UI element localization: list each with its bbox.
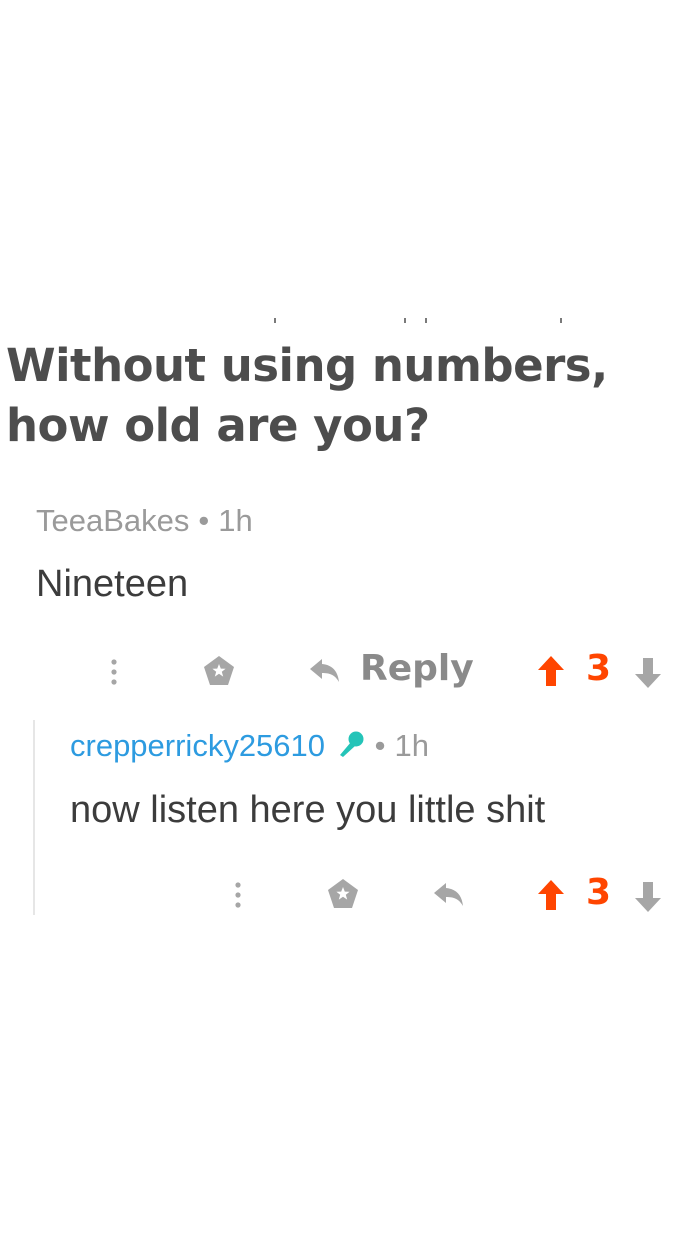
meta-separator: •: [374, 728, 386, 763]
reply-button[interactable]: Reply: [360, 648, 474, 689]
comment-age: 1h: [218, 503, 253, 538]
reply-author[interactable]: crepperricky25610: [70, 728, 325, 763]
microphone-icon: [336, 729, 366, 767]
more-options-icon[interactable]: [99, 652, 129, 692]
comment-action-bar: Reply 3: [0, 647, 700, 697]
cut-off-text-remnant: [0, 318, 700, 326]
reply-score: 3: [586, 872, 612, 913]
downvote-arrow-icon[interactable]: [632, 880, 664, 914]
upvote-arrow-icon[interactable]: [535, 878, 567, 912]
meta-separator: •: [198, 503, 210, 538]
comment-meta: TeeaBakes • 1h: [36, 503, 253, 539]
downvote-arrow-icon[interactable]: [632, 656, 664, 690]
save-icon[interactable]: [201, 653, 237, 689]
reply-age: 1h: [394, 728, 429, 763]
comment-author[interactable]: TeeaBakes: [36, 503, 189, 538]
reply-action-bar: 3: [0, 870, 700, 920]
reply-icon[interactable]: [307, 654, 343, 688]
reply-meta: crepperricky25610 • 1h: [70, 728, 429, 767]
comment-body: Nineteen: [36, 563, 189, 605]
reply-body: now listen here you little shit: [70, 789, 546, 831]
post-title: Without using numbers, how old are you?: [6, 339, 608, 452]
comment-score: 3: [586, 648, 612, 689]
more-options-icon[interactable]: [223, 875, 253, 915]
save-icon[interactable]: [325, 876, 361, 912]
upvote-arrow-icon[interactable]: [535, 654, 567, 688]
reply-icon[interactable]: [431, 878, 467, 912]
